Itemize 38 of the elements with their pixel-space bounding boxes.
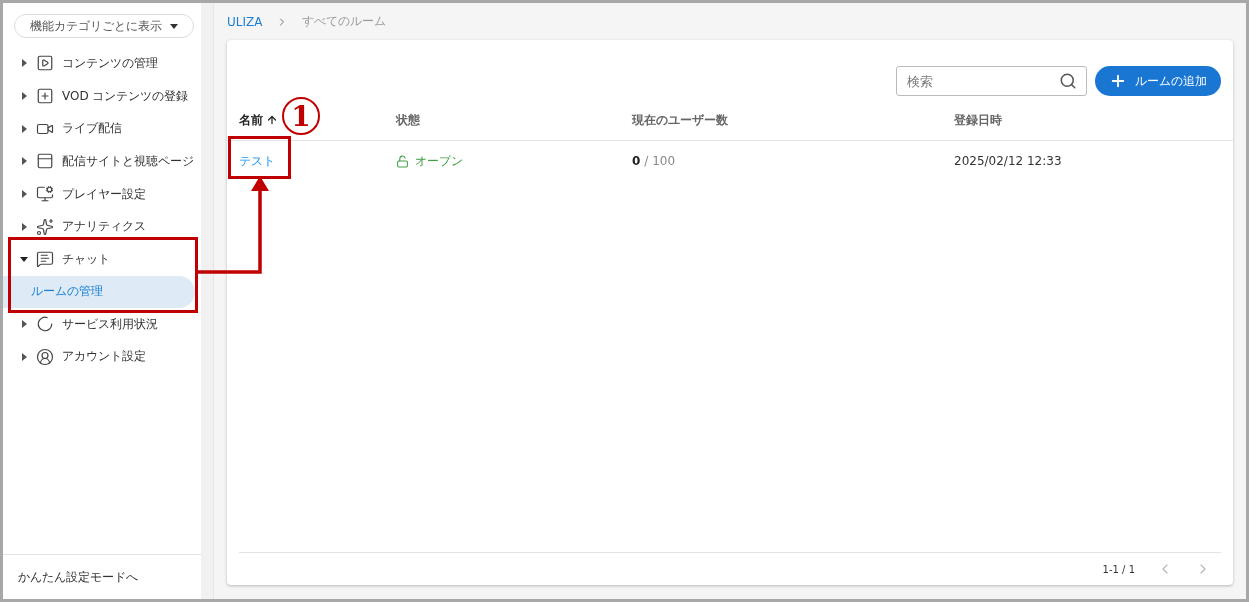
sidebar-item[interactable]: プレイヤー設定 bbox=[3, 177, 201, 211]
status-text: オープン bbox=[415, 152, 463, 170]
view-selector[interactable]: 機能カテゴリごとに表示 bbox=[14, 14, 194, 38]
search-icon bbox=[1059, 72, 1077, 90]
menu-icon bbox=[36, 54, 54, 73]
menu-icon bbox=[36, 315, 54, 334]
breadcrumb-link[interactable]: ULIZA bbox=[227, 14, 263, 29]
sidebar-item[interactable]: アナリティクス bbox=[3, 210, 201, 244]
step-number: 1 bbox=[282, 97, 320, 135]
highlight-frame bbox=[228, 136, 291, 179]
menu-icon bbox=[36, 152, 54, 171]
search-field[interactable]: 検索 bbox=[896, 66, 1087, 96]
column-header[interactable]: 登録日時 bbox=[954, 111, 1002, 129]
user-count: 0 bbox=[632, 154, 641, 168]
menu-icon bbox=[36, 185, 54, 204]
menu-icon bbox=[36, 347, 54, 366]
menu-icon bbox=[36, 87, 54, 106]
table-cell-text: 2025/02/12 12:33 bbox=[954, 154, 1063, 168]
lock-icon bbox=[396, 154, 409, 168]
sidebar-subitem[interactable]: ルームの管理 bbox=[3, 275, 195, 308]
sidebar-item[interactable]: ライブ配信 bbox=[3, 112, 201, 146]
sidebar-item[interactable]: 配信サイトと視聴ページ bbox=[3, 145, 201, 178]
menu-icon bbox=[36, 250, 54, 269]
plus-icon bbox=[1109, 72, 1127, 90]
sidebar-item[interactable]: チャット bbox=[3, 243, 201, 276]
sort-arrow-icon bbox=[266, 114, 278, 126]
sidebar-item[interactable]: アカウント設定 bbox=[3, 340, 201, 374]
column-header[interactable]: 状態 bbox=[396, 111, 420, 129]
sidebar-item[interactable]: コンテンツの管理 bbox=[3, 47, 201, 80]
add-room-button[interactable]: ルームの追加 bbox=[1095, 66, 1221, 96]
menu-icon bbox=[36, 217, 54, 236]
scrollbar[interactable] bbox=[201, 3, 214, 599]
sidebar-item[interactable]: VOD コンテンツの登録 bbox=[3, 79, 201, 113]
column-header[interactable]: 名前 bbox=[239, 111, 278, 129]
caret-icon bbox=[170, 23, 178, 29]
column-header[interactable]: 現在のユーザー数 bbox=[632, 111, 728, 129]
user-limit: / 100 bbox=[644, 154, 676, 168]
page-range: 1-1 / 1 bbox=[1102, 563, 1135, 575]
